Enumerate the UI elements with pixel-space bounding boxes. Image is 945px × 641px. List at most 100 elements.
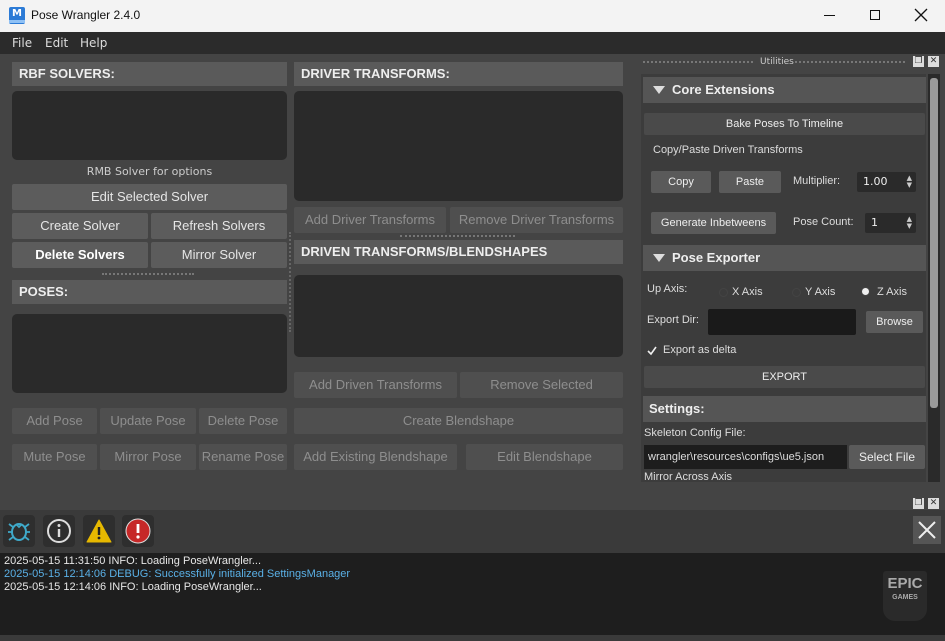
utilities-drag-handle-right[interactable] [795, 61, 905, 63]
close-icon [914, 8, 928, 22]
epic-games-logo: EPIC GAMES [883, 571, 927, 621]
maximize-button[interactable] [852, 0, 898, 32]
edit-blendshape-button[interactable]: Edit Blendshape [466, 444, 623, 470]
minimize-icon [823, 14, 835, 16]
clear-log-button[interactable] [913, 516, 941, 544]
maximize-icon [870, 10, 880, 20]
debug-filter-icon [8, 523, 30, 541]
browse-button[interactable]: Browse [866, 311, 923, 333]
remove-selected-button[interactable]: Remove Selected [460, 372, 623, 398]
up-axis-label: Up Axis: [647, 283, 688, 295]
rename-pose-button[interactable]: Rename Pose [199, 444, 287, 470]
bake-poses-button[interactable]: Bake Poses To Timeline [644, 113, 925, 135]
log-line: 2025-05-15 12:14:06 INFO: Loading PoseWr… [4, 581, 262, 593]
add-driven-transforms-button[interactable]: Add Driven Transforms [294, 372, 457, 398]
middle-splitter-handle[interactable] [400, 235, 515, 237]
settings-header: Settings: [643, 396, 926, 422]
rbf-solvers-header: RBF SOLVERS: [12, 62, 287, 86]
pose-count-label: Pose Count: [793, 216, 854, 228]
driven-transforms-list[interactable] [294, 275, 623, 357]
utilities-drag-handle[interactable] [643, 61, 753, 63]
utilities-scrollbar-thumb[interactable] [930, 78, 938, 408]
rbf-solver-list[interactable] [12, 91, 287, 160]
pose-list[interactable] [12, 314, 287, 393]
multiplier-label: Multiplier: [793, 175, 841, 187]
debug-filter-button[interactable] [3, 515, 35, 547]
export-button[interactable]: EXPORT [644, 366, 925, 388]
log-line: 2025-05-15 11:31:50 INFO: Loading PoseWr… [4, 555, 262, 567]
minimize-button[interactable] [806, 0, 852, 32]
create-blendshape-button[interactable]: Create Blendshape [294, 408, 623, 434]
close-window-button[interactable] [898, 0, 944, 32]
add-driver-transforms-button[interactable]: Add Driver Transforms [294, 207, 446, 233]
title-bar: M Pose Wrangler 2.4.0 [0, 0, 945, 32]
pose-count-spinbox[interactable]: 1 ▲ ▼ [865, 213, 916, 233]
mirror-across-axis-label: Mirror Across Axis [644, 471, 733, 482]
splitter-handle[interactable] [102, 273, 194, 275]
z-axis-radio[interactable] [861, 287, 870, 296]
multiplier-value: 1.00 [863, 175, 888, 188]
log-close-panel-icon[interactable]: ✕ [928, 498, 939, 509]
delete-solvers-button[interactable]: Delete Solvers [12, 242, 148, 268]
export-as-delta-label: Export as delta [663, 344, 737, 356]
mirror-pose-button[interactable]: Mirror Pose [100, 444, 196, 470]
core-extensions-header[interactable]: Core Extensions [643, 77, 926, 103]
poses-header: POSES: [12, 280, 287, 304]
close-panel-icon[interactable]: ✕ [928, 56, 939, 67]
log-line: 2025-05-15 12:14:06 DEBUG: Successfully … [4, 568, 351, 580]
menu-file[interactable]: File [12, 36, 32, 50]
close-icon [918, 521, 936, 539]
copy-paste-label: Copy/Paste Driven Transforms [653, 144, 803, 156]
pose-count-value: 1 [871, 216, 878, 229]
menu-bar: File Edit Help [0, 32, 945, 54]
skeleton-config-path[interactable]: wrangler\resources\configs\ue5.json [644, 445, 847, 469]
checkmark-icon[interactable] [647, 346, 657, 356]
error-filter-button[interactable] [122, 515, 154, 547]
add-pose-button[interactable]: Add Pose [12, 408, 97, 434]
menu-help[interactable]: Help [80, 36, 107, 50]
y-axis-label: Y Axis [805, 286, 836, 298]
utilities-title: Utilities [760, 57, 794, 67]
driver-transforms-header: DRIVER TRANSFORMS: [294, 62, 623, 86]
menu-edit[interactable]: Edit [45, 36, 68, 50]
app-logo-icon: M [9, 7, 25, 24]
refresh-solvers-button[interactable]: Refresh Solvers [151, 213, 287, 239]
multiplier-spinbox[interactable]: 1.00 ▲ ▼ [857, 172, 916, 192]
log-output[interactable]: 2025-05-15 11:31:50 INFO: Loading PoseWr… [0, 553, 945, 635]
generate-inbetweens-button[interactable]: Generate Inbetweens [651, 212, 776, 234]
copy-button[interactable]: Copy [651, 171, 711, 193]
log-float-panel-icon[interactable]: ❐ [913, 498, 924, 509]
info-filter-button[interactable] [43, 515, 75, 547]
export-dir-input[interactable] [708, 309, 856, 335]
warning-filter-button[interactable] [83, 515, 115, 547]
status-bar [0, 635, 945, 641]
x-axis-radio[interactable] [719, 288, 728, 297]
export-dir-label: Export Dir: [647, 314, 699, 326]
z-axis-label: Z Axis [877, 286, 907, 298]
pose-exporter-header[interactable]: Pose Exporter [643, 245, 926, 271]
paste-button[interactable]: Paste [719, 171, 781, 193]
edit-selected-solver-button[interactable]: Edit Selected Solver [12, 184, 287, 210]
spin-arrows-icon: ▲ ▼ [906, 215, 912, 230]
error-filter-icon [125, 518, 151, 544]
mirror-solver-button[interactable]: Mirror Solver [151, 242, 287, 268]
x-axis-label: X Axis [732, 286, 763, 298]
remove-driver-transforms-button[interactable]: Remove Driver Transforms [450, 207, 623, 233]
driver-transforms-list[interactable] [294, 91, 623, 201]
add-existing-blendshape-button[interactable]: Add Existing Blendshape [294, 444, 457, 470]
driven-transforms-header: DRIVEN TRANSFORMS/BLENDSHAPES [294, 240, 623, 264]
warning-filter-icon [86, 519, 112, 543]
float-panel-icon[interactable]: ❐ [913, 56, 924, 67]
window-title: Pose Wrangler 2.4.0 [31, 8, 141, 22]
select-file-button[interactable]: Select File [849, 445, 925, 469]
delete-pose-button[interactable]: Delete Pose [199, 408, 287, 434]
create-solver-button[interactable]: Create Solver [12, 213, 148, 239]
column-splitter-handle[interactable] [289, 232, 291, 332]
collapse-triangle-icon [653, 86, 665, 94]
utilities-panel: Core Extensions Bake Poses To Timeline C… [641, 74, 926, 482]
rbf-solver-hint: RMB Solver for options [86, 165, 213, 178]
y-axis-radio[interactable] [792, 288, 801, 297]
mute-pose-button[interactable]: Mute Pose [12, 444, 97, 470]
spin-arrows-icon: ▲ ▼ [906, 174, 912, 189]
update-pose-button[interactable]: Update Pose [100, 408, 196, 434]
